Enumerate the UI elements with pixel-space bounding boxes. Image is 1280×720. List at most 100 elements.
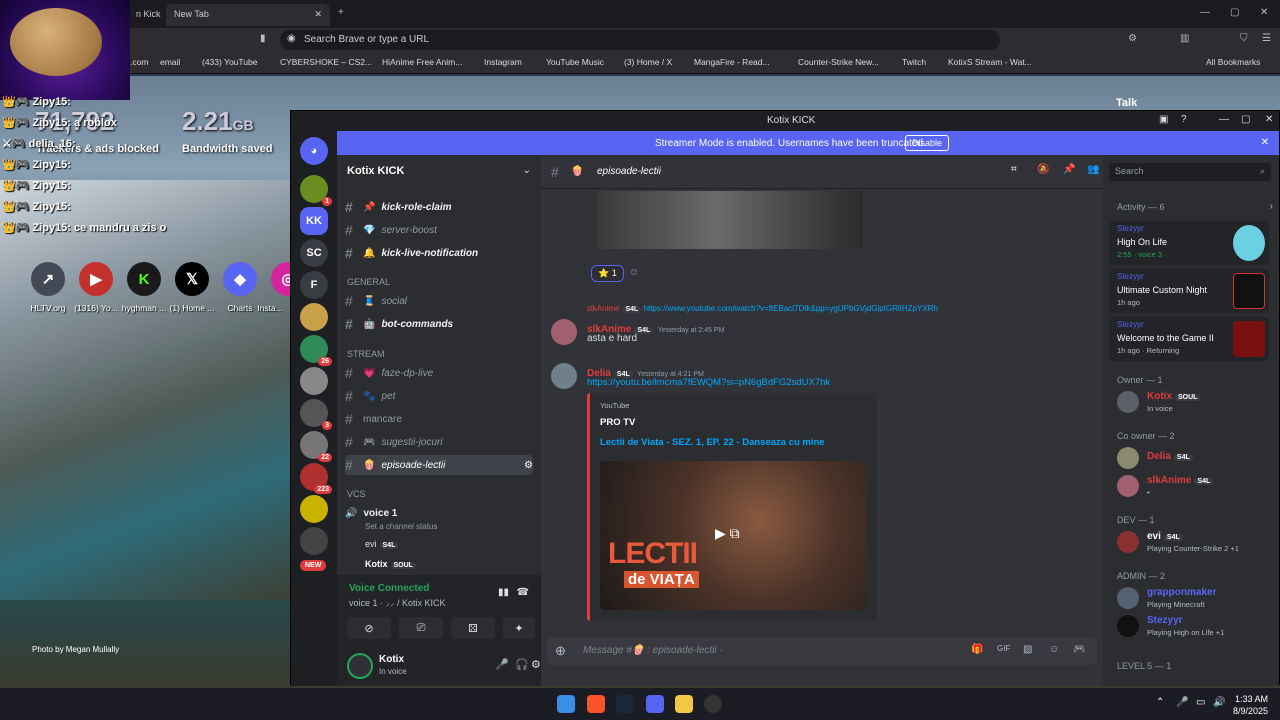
volume-icon[interactable]: 🔊 bbox=[1213, 697, 1225, 708]
voice-location[interactable]: voice 1 · ⸝⸝ / Kotix KICK bbox=[349, 596, 446, 609]
channel-pet[interactable]: # 🐾 pet bbox=[345, 386, 533, 406]
extensions-icon[interactable]: ⚙ bbox=[1128, 33, 1137, 44]
gear-icon[interactable]: ⚙ bbox=[531, 658, 541, 671]
signal-icon[interactable]: ▮▮ bbox=[498, 587, 509, 598]
close-window-icon[interactable]: ✕ bbox=[1260, 7, 1268, 18]
bookmark-item[interactable]: HiAnime Free Anim... bbox=[382, 57, 462, 67]
disconnect-icon[interactable]: ☎ bbox=[517, 587, 529, 598]
activity-card[interactable]: Stezyyr High On Life 2:55 · voice 3 · bbox=[1109, 221, 1269, 265]
bookmark-item[interactable]: YouTube Music bbox=[546, 57, 604, 67]
bookmark-item[interactable]: CYBERSHOKE – CS2... bbox=[280, 57, 372, 67]
channel-kick-role-claim[interactable]: # 📌 kick-role-claim bbox=[345, 197, 533, 217]
member-item[interactable]: Stezyyr Playing High on Life +1 bbox=[1117, 613, 1277, 639]
notification-icon[interactable]: 🔕 bbox=[1037, 164, 1049, 175]
member-item[interactable]: evi S4L Playing Counter-Strike 2 +1 bbox=[1117, 529, 1277, 555]
maximize-icon[interactable]: ▢ bbox=[1230, 7, 1239, 18]
bookmark-item[interactable]: Counter-Strike New... bbox=[798, 57, 879, 67]
gif-icon[interactable]: GIF bbox=[997, 644, 1010, 653]
reply-preview[interactable]: slkAnime S4L https://www.youtube.com/watc… bbox=[587, 304, 938, 313]
reaction-star[interactable]: ⭐ 1 bbox=[591, 265, 624, 282]
screen-share-icon[interactable]: ⎚ bbox=[399, 617, 443, 639]
chevron-right-icon[interactable]: › bbox=[1270, 201, 1273, 212]
tab-new-tab[interactable]: New Tab ✕ bbox=[166, 4, 330, 26]
folder-icon[interactable] bbox=[675, 695, 693, 713]
obs-icon[interactable] bbox=[704, 695, 722, 713]
all-bookmarks[interactable]: All Bookmarks bbox=[1206, 57, 1260, 67]
menu-icon[interactable]: ☰ bbox=[1262, 33, 1271, 44]
bookmark-item[interactable]: KotixS Stream - Wat... bbox=[948, 57, 1032, 67]
server-name[interactable]: Kotix KICK bbox=[347, 165, 404, 177]
hltv-shortcut-icon[interactable]: ↗ bbox=[31, 262, 65, 296]
kick-shortcut-icon[interactable]: K bbox=[127, 262, 161, 296]
previous-video-thumbnail[interactable] bbox=[597, 191, 863, 249]
category-general[interactable]: GENERAL bbox=[347, 277, 390, 287]
youtube-shortcut-icon[interactable]: ▶ bbox=[79, 262, 113, 296]
add-reaction-icon[interactable]: ☺ bbox=[629, 267, 639, 278]
talk-label[interactable]: Talk bbox=[1116, 97, 1137, 109]
bookmark-item[interactable]: Twitch bbox=[902, 57, 926, 67]
camera-off-icon[interactable]: ⊘ bbox=[347, 617, 391, 639]
disable-button[interactable]: Disable bbox=[905, 135, 950, 151]
category-stream[interactable]: STREAM bbox=[347, 349, 385, 359]
server-icon-sc[interactable]: SC bbox=[300, 239, 328, 267]
channel-social[interactable]: # 🧵 social bbox=[345, 291, 533, 311]
server-icon[interactable] bbox=[300, 367, 328, 395]
charts-shortcut-icon[interactable]: ◆ bbox=[223, 262, 257, 296]
search-input[interactable]: Search ⌕ bbox=[1109, 163, 1271, 181]
discord-icon[interactable] bbox=[646, 695, 664, 713]
close-icon[interactable]: ✕ bbox=[1265, 114, 1273, 125]
discord-home-icon[interactable]: ◕ bbox=[300, 137, 328, 165]
channel-faze-dp-live[interactable]: # 💗 faze-dp-live bbox=[345, 363, 533, 383]
add-attachment-icon[interactable]: ⊕ bbox=[555, 643, 566, 659]
settings-icon[interactable]: ⚙ bbox=[524, 460, 533, 471]
x-shortcut-icon[interactable]: 𝕏 bbox=[175, 262, 209, 296]
voice-status[interactable]: Set a channel status bbox=[365, 522, 438, 531]
soundboard-icon[interactable]: ✦ bbox=[503, 617, 535, 639]
activity-card[interactable]: Stezyyr Ultimate Custom Night 1h ago bbox=[1109, 269, 1269, 313]
avatar[interactable] bbox=[347, 653, 373, 679]
member-item[interactable]: Delia S4L bbox=[1117, 445, 1277, 471]
threads-icon[interactable]: ⌗ bbox=[1011, 164, 1017, 175]
member-item[interactable]: slkAnime S4L • bbox=[1117, 473, 1277, 499]
channel-server-boost[interactable]: # 💎 server-boost bbox=[345, 220, 533, 240]
gift-icon[interactable]: 🎁 bbox=[971, 644, 983, 655]
brave-icon[interactable] bbox=[587, 695, 605, 713]
bookmark-item[interactable]: .com bbox=[130, 57, 148, 67]
channel-sugestii-jocuri[interactable]: # 🎮 sugestii-jocuri bbox=[345, 432, 533, 452]
help-icon[interactable]: ? bbox=[1181, 114, 1187, 125]
youtube-link[interactable]: https://youtu.be/lmcma7fEWQM?si=pN6gBdFG… bbox=[587, 377, 830, 388]
bookmark-item[interactable]: (3) Home / X bbox=[624, 57, 672, 67]
sticker-icon[interactable]: ▧ bbox=[1023, 644, 1032, 655]
network-icon[interactable]: ▭ bbox=[1196, 697, 1205, 708]
chevron-up-icon[interactable]: ⌃ bbox=[1156, 697, 1164, 708]
clock[interactable]: 1:33 AM 8/9/2025 bbox=[1233, 693, 1268, 717]
embed-author[interactable]: PRO TV bbox=[600, 417, 635, 428]
category-vcs[interactable]: VCS bbox=[347, 489, 366, 499]
windows-start-icon[interactable] bbox=[557, 695, 575, 713]
headphones-icon[interactable]: 🎧 bbox=[515, 658, 529, 671]
apps-icon[interactable]: 🎮 bbox=[1073, 644, 1085, 655]
microphone-icon[interactable]: 🎤 bbox=[495, 658, 509, 671]
server-icon-kotix-kick[interactable]: KK bbox=[300, 207, 328, 235]
server-icon[interactable] bbox=[300, 527, 328, 555]
activity-icon[interactable]: ⚄ bbox=[451, 617, 495, 639]
channel-kick-live-notification[interactable]: # 🔔 kick-live-notification bbox=[345, 243, 533, 263]
bookmark-icon[interactable]: ▮ bbox=[260, 33, 266, 44]
channel-episoade-lectii[interactable]: # 🍿 episoade-lectii ⚙ bbox=[345, 455, 533, 475]
pin-icon[interactable]: 📌 bbox=[1063, 164, 1075, 175]
server-icon[interactable]: 26 bbox=[300, 335, 332, 366]
member-item[interactable]: grapponmaker Playing Minecraft bbox=[1117, 585, 1277, 611]
minimize-icon[interactable]: — bbox=[1219, 114, 1229, 125]
avatar[interactable] bbox=[551, 363, 577, 389]
embed-title[interactable]: Lectii de Viata - SEZ. 1, EP. 22 - Danse… bbox=[600, 437, 825, 448]
bookmark-item[interactable]: Instagram bbox=[484, 57, 522, 67]
server-icon[interactable] bbox=[300, 303, 328, 331]
microphone-icon[interactable]: 🎤 bbox=[1176, 697, 1188, 708]
channel-bot-commands[interactable]: # 🤖 bot-commands bbox=[345, 314, 533, 334]
activity-card[interactable]: Stezyyr Welcome to the Game II 1h ago · … bbox=[1109, 317, 1269, 361]
bookmark-item[interactable]: MangaFire - Read... bbox=[694, 57, 770, 67]
url-bar[interactable]: ◉ Search Brave or type a URL bbox=[280, 30, 1000, 50]
server-icon[interactable]: 3 bbox=[300, 399, 332, 430]
voice-channel[interactable]: 🔊 voice 1 bbox=[345, 503, 533, 523]
minimize-icon[interactable]: — bbox=[1200, 7, 1210, 18]
